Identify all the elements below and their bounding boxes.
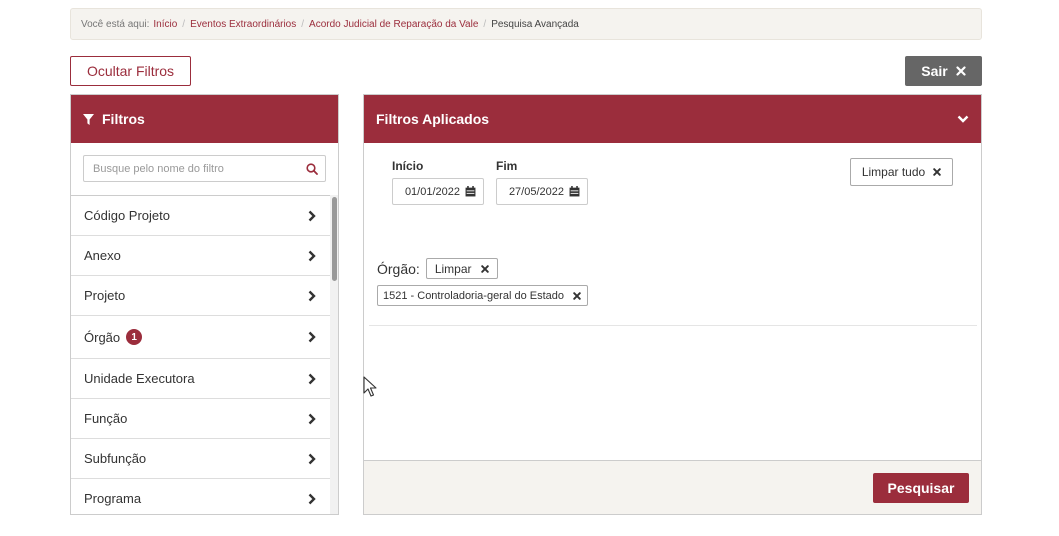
mouse-cursor-icon [363, 376, 377, 397]
filter-item-anexo[interactable]: Anexo [71, 236, 330, 276]
hide-filters-button[interactable]: Ocultar Filtros [70, 56, 191, 86]
divider [369, 325, 977, 326]
breadcrumb-link-inicio[interactable]: Início [153, 19, 177, 30]
filter-list-scrollbar[interactable] [330, 195, 338, 514]
applied-filters-footer: Pesquisar [364, 460, 981, 514]
clear-all-button[interactable]: Limpar tudo [850, 158, 953, 186]
end-date-input[interactable]: 27/05/2022 [496, 178, 588, 205]
filter-item-projeto[interactable]: Projeto [71, 276, 330, 316]
close-icon [933, 168, 941, 176]
end-date-label: Fim [496, 159, 518, 173]
breadcrumb-link-eventos[interactable]: Eventos Extraordinários [190, 19, 296, 30]
start-date-group: Início 01/01/2022 [392, 159, 484, 205]
filter-item-orgao[interactable]: Órgão 1 [71, 316, 330, 359]
filter-item-label: Função [84, 411, 128, 426]
filter-item-label: Projeto [84, 288, 126, 303]
filter-item-label: Código Projeto [84, 208, 170, 223]
close-icon [956, 66, 966, 76]
filter-item-funcao[interactable]: Função [71, 399, 330, 439]
chevron-right-icon [308, 493, 316, 504]
filter-item-label: Subfunção [84, 451, 147, 466]
filter-item-label: Órgão [84, 329, 121, 345]
end-date-value: 27/05/2022 [508, 185, 564, 198]
breadcrumb-separator: / [301, 18, 305, 30]
exit-button[interactable]: Sair [905, 56, 982, 86]
breadcrumb: Você está aqui: Início / Eventos Extraor… [70, 8, 982, 40]
close-icon [480, 264, 489, 273]
filter-item-programa[interactable]: Programa [71, 479, 330, 514]
orgao-filter-label: Órgão: [377, 260, 420, 277]
calendar-icon [569, 186, 580, 197]
chevron-right-icon [308, 413, 316, 424]
end-date-group: Fim 27/05/2022 [496, 159, 588, 205]
count-badge: 1 [126, 329, 143, 345]
filter-item-unidade-executora[interactable]: Unidade Executora [71, 359, 330, 399]
chevron-right-icon [308, 453, 316, 464]
exit-button-label: Sair [921, 63, 948, 79]
clear-all-label: Limpar tudo [861, 165, 926, 179]
chevron-down-icon[interactable] [957, 115, 969, 123]
chevron-right-icon [308, 250, 316, 261]
clear-orgao-label: Limpar [434, 261, 472, 276]
filter-list: Código Projeto Anexo Projeto Órgão 1 Uni… [71, 195, 330, 514]
breadcrumb-link-acordo[interactable]: Acordo Judicial de Reparação da Vale [309, 19, 478, 30]
start-date-input[interactable]: 01/01/2022 [392, 178, 484, 205]
orgao-filter-chip: 1521 - Controladoria-geral do Estado [377, 285, 589, 306]
orgao-chip-label: 1521 - Controladoria-geral do Estado [383, 289, 565, 302]
applied-filters-title: Filtros Aplicados [376, 111, 490, 127]
filters-panel-title: Filtros [102, 111, 145, 127]
applied-filters-panel: Filtros Aplicados Início 01/01/2022 Fim … [363, 94, 982, 515]
start-date-value: 01/01/2022 [404, 185, 460, 198]
filter-search-input[interactable] [84, 156, 299, 181]
clear-orgao-button[interactable]: Limpar [425, 258, 498, 279]
scrollbar-thumb[interactable] [332, 197, 337, 281]
breadcrumb-separator: / [483, 18, 487, 30]
remove-chip-icon[interactable] [573, 291, 581, 300]
filter-item-codigo-projeto[interactable]: Código Projeto [71, 196, 330, 236]
chevron-right-icon [308, 331, 316, 343]
filter-item-label: Anexo [84, 248, 121, 263]
filters-panel-header: Filtros [71, 95, 338, 143]
chevron-right-icon [308, 210, 316, 221]
filters-panel: Filtros Código Projeto Anexo Projeto Órg… [70, 94, 339, 515]
chevron-right-icon [308, 373, 316, 384]
filter-item-label: Programa [84, 491, 142, 506]
funnel-icon [83, 113, 94, 125]
search-icon[interactable] [299, 162, 325, 175]
start-date-label: Início [392, 159, 424, 173]
breadcrumb-current: Pesquisa Avançada [491, 18, 579, 30]
breadcrumb-prefix: Você está aqui: [81, 18, 150, 30]
calendar-icon [465, 186, 476, 197]
filter-item-label-wrap: Órgão 1 [84, 329, 143, 345]
chevron-right-icon [308, 290, 316, 301]
filter-item-label: Unidade Executora [84, 371, 195, 386]
orgao-filter-row: Órgão: Limpar [377, 258, 498, 279]
search-button[interactable]: Pesquisar [873, 473, 969, 503]
filter-search-box [83, 155, 326, 182]
breadcrumb-separator: / [182, 18, 186, 30]
applied-filters-header[interactable]: Filtros Aplicados [364, 95, 981, 143]
filter-item-subfuncao[interactable]: Subfunção [71, 439, 330, 479]
